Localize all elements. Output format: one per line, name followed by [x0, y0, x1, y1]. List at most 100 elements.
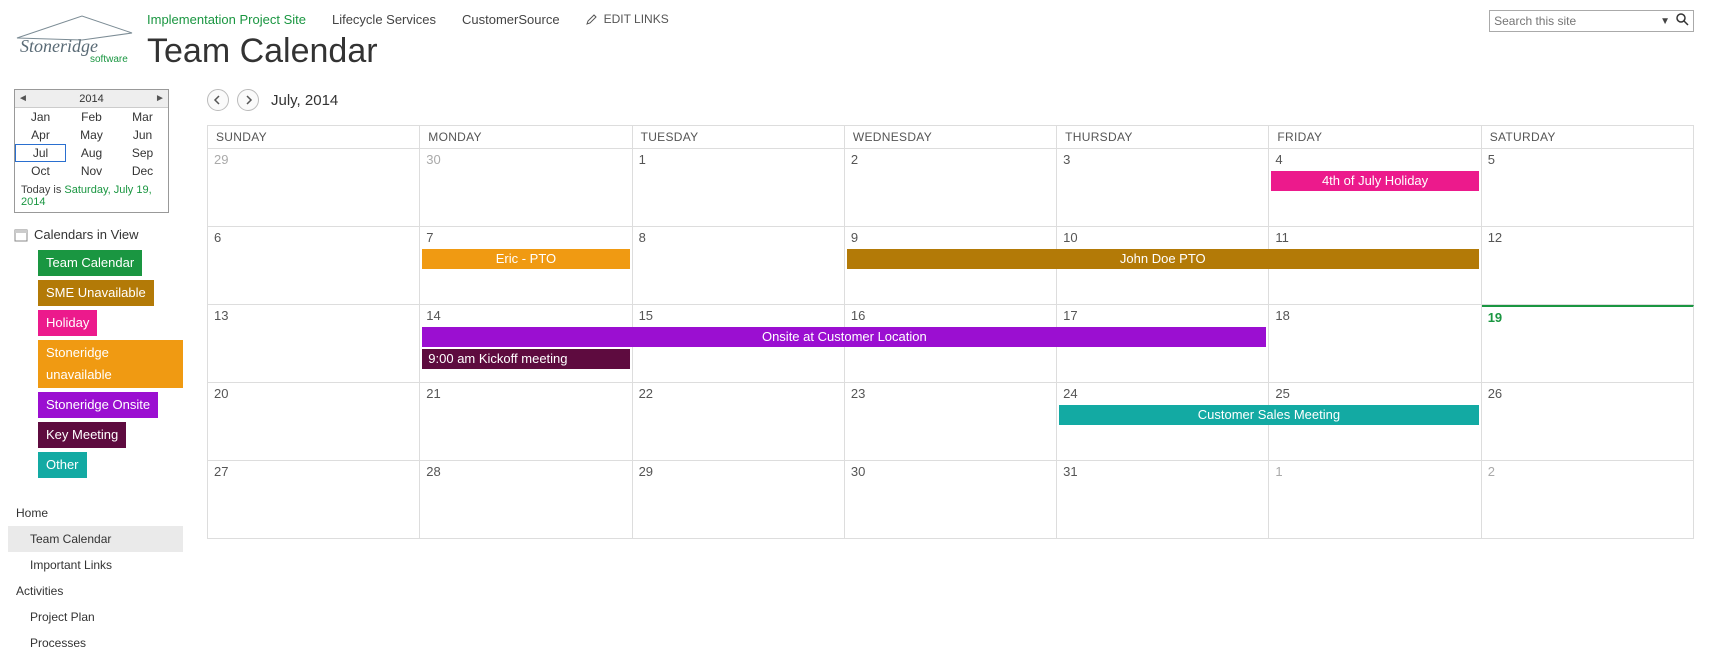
day-cell[interactable]: 19	[1482, 305, 1694, 383]
prev-month-button[interactable]	[207, 89, 229, 111]
month-dec[interactable]: Dec	[117, 162, 168, 180]
day-cell[interactable]: 8	[633, 227, 845, 305]
day-cell[interactable]: 27	[208, 461, 420, 539]
next-month-button[interactable]	[237, 89, 259, 111]
month-apr[interactable]: Apr	[15, 126, 66, 144]
next-year-icon[interactable]: ►	[152, 93, 168, 104]
day-cell[interactable]: 31	[1057, 461, 1269, 539]
day-cell[interactable]: 24Customer Sales Meeting	[1057, 383, 1269, 461]
day-cell[interactable]: 14Onsite at Customer Location9:00 am Kic…	[420, 305, 632, 383]
today-indicator: Today is Saturday, July 19, 2014	[15, 180, 168, 212]
month-nov[interactable]: Nov	[66, 162, 117, 180]
day-number: 30	[426, 152, 625, 167]
day-number: 18	[1275, 308, 1474, 323]
day-cell[interactable]: 2	[845, 149, 1057, 227]
day-cell[interactable]: 12	[1482, 227, 1694, 305]
day-number: 16	[851, 308, 1050, 323]
month-sep[interactable]: Sep	[117, 144, 168, 162]
day-number: 1	[639, 152, 838, 167]
search-scope-dropdown-icon[interactable]: ▼	[1660, 16, 1670, 27]
event-john-doe-pto[interactable]: John Doe PTO	[847, 249, 1479, 269]
day-cell[interactable]: 30	[420, 149, 632, 227]
month-aug[interactable]: Aug	[66, 144, 117, 162]
day-number: 28	[426, 464, 625, 479]
day-cell[interactable]: 4 4th of July Holiday	[1269, 149, 1481, 227]
day-cell[interactable]: 2	[1482, 461, 1694, 539]
event-4th-of-july-holiday[interactable]: 4th of July Holiday	[1271, 171, 1478, 191]
search-input[interactable]	[1494, 14, 1654, 28]
month-jul[interactable]: Jul	[15, 144, 66, 162]
nav-activities[interactable]: Activities	[8, 578, 183, 604]
month-jun[interactable]: Jun	[117, 126, 168, 144]
nav-processes[interactable]: Processes	[8, 630, 183, 656]
legend-stoneridge-unavailable[interactable]: Stoneridge unavailable	[38, 340, 183, 388]
day-number: 11	[1275, 230, 1474, 245]
day-number: 1	[1275, 464, 1474, 479]
day-cell[interactable]: 13	[208, 305, 420, 383]
nav-important-links[interactable]: Important Links	[8, 552, 183, 578]
day-cell[interactable]: 6	[208, 227, 420, 305]
year-picker: ◄ 2014 ► JanFebMarAprMayJunJulAugSepOctN…	[14, 89, 169, 213]
day-number: 27	[214, 464, 413, 479]
dayheader-wednesday: WEDNESDAY	[845, 126, 1057, 149]
day-number: 5	[1488, 152, 1687, 167]
legend-sme-unavailable[interactable]: SME Unavailable	[38, 280, 154, 306]
day-number: 26	[1488, 386, 1687, 401]
event-customer-sales-meeting[interactable]: Customer Sales Meeting	[1059, 405, 1479, 425]
day-cell[interactable]: 30	[845, 461, 1057, 539]
day-number: 20	[214, 386, 413, 401]
nav-home[interactable]: Home	[8, 500, 183, 526]
event-onsite-at-customer-location[interactable]: Onsite at Customer Location	[422, 327, 1266, 347]
day-number: 4	[1275, 152, 1474, 167]
day-number: 23	[851, 386, 1050, 401]
day-cell[interactable]: 5	[1482, 149, 1694, 227]
nav-lifecycle-services[interactable]: Lifecycle Services	[332, 12, 436, 27]
event-9-00-am-kickoff-meeting[interactable]: 9:00 am Kickoff meeting	[422, 349, 629, 369]
prev-year-icon[interactable]: ◄	[15, 93, 31, 104]
month-may[interactable]: May	[66, 126, 117, 144]
nav-team-calendar[interactable]: Team Calendar	[8, 526, 183, 552]
day-number: 3	[1063, 152, 1262, 167]
day-cell[interactable]: 23	[845, 383, 1057, 461]
day-number: 29	[214, 152, 413, 167]
legend-other[interactable]: Other	[38, 452, 87, 478]
svg-text:software: software	[90, 54, 128, 63]
search-box[interactable]: ▼	[1489, 10, 1694, 32]
day-cell[interactable]: 21	[420, 383, 632, 461]
legend-stoneridge-onsite[interactable]: Stoneridge Onsite	[38, 392, 158, 418]
nav-implementation[interactable]: Implementation Project Site	[147, 12, 306, 27]
day-cell[interactable]: 9John Doe PTO	[845, 227, 1057, 305]
page-title: Team Calendar	[147, 32, 1489, 71]
legend-team-calendar[interactable]: Team Calendar	[38, 250, 142, 276]
day-number: 9	[851, 230, 1050, 245]
search-icon[interactable]	[1676, 13, 1689, 29]
month-oct[interactable]: Oct	[15, 162, 66, 180]
day-cell[interactable]: 26	[1482, 383, 1694, 461]
day-cell[interactable]: 20	[208, 383, 420, 461]
month-label: July, 2014	[271, 92, 338, 109]
edit-links[interactable]: EDIT LINKS	[586, 12, 669, 26]
legend-holiday[interactable]: Holiday	[38, 310, 97, 336]
month-jan[interactable]: Jan	[15, 108, 66, 126]
nav-customersource[interactable]: CustomerSource	[462, 12, 560, 27]
day-cell[interactable]: 1	[1269, 461, 1481, 539]
day-cell[interactable]: 22	[633, 383, 845, 461]
day-number: 30	[851, 464, 1050, 479]
day-cell[interactable]: 18	[1269, 305, 1481, 383]
nav-project-plan[interactable]: Project Plan	[8, 604, 183, 630]
event-eric-pto[interactable]: Eric - PTO	[422, 249, 629, 269]
calendars-in-view-header: Calendars in View	[14, 227, 183, 242]
day-cell[interactable]: 29	[633, 461, 845, 539]
day-cell[interactable]: 28	[420, 461, 632, 539]
month-feb[interactable]: Feb	[66, 108, 117, 126]
day-cell[interactable]: 1	[633, 149, 845, 227]
logo[interactable]: Stoneridge software	[12, 8, 137, 63]
day-number: 17	[1063, 308, 1262, 323]
day-number: 2	[1488, 464, 1687, 479]
legend-key-meeting[interactable]: Key Meeting	[38, 422, 126, 448]
day-cell[interactable]: 3	[1057, 149, 1269, 227]
day-number: 24	[1063, 386, 1262, 401]
day-cell[interactable]: 29	[208, 149, 420, 227]
month-mar[interactable]: Mar	[117, 108, 168, 126]
day-cell[interactable]: 7Eric - PTO	[420, 227, 632, 305]
